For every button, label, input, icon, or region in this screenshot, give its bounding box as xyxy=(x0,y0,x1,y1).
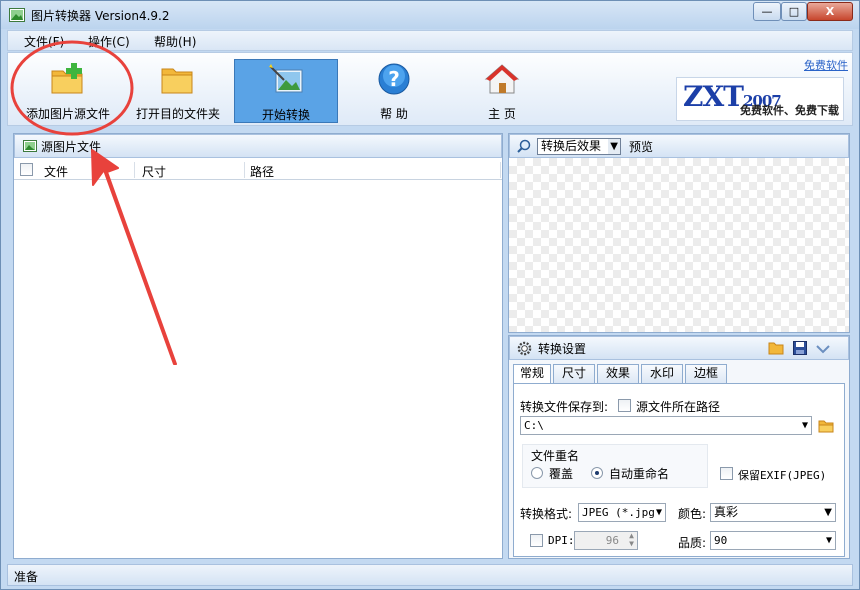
preview-label: 预览 xyxy=(629,139,654,154)
select-all-checkbox[interactable] xyxy=(20,163,33,176)
format-label: 转换格式: xyxy=(520,507,573,521)
dpi-stepper[interactable]: 96 ▲ ▼ xyxy=(574,531,638,550)
column-divider[interactable] xyxy=(244,162,245,178)
preview-mode-select[interactable]: 转换后效果 ▼ xyxy=(537,137,621,155)
stepper-arrows-icon: ▲ ▼ xyxy=(629,531,634,548)
add-source-image-label: 添加图片源文件 xyxy=(25,107,110,121)
app-window: 图片转换器 Version4.9.2 — □ X 文件(F) 操作(C) 帮助(… xyxy=(0,0,860,590)
open-destination-folder-button[interactable]: 打开目的文件夹 xyxy=(126,59,230,123)
rename-overwrite-label: 覆盖 xyxy=(549,467,574,481)
preview-panel: 转换后效果 ▼ 预览 xyxy=(508,133,850,333)
save-path-select[interactable]: C:\ ▼ xyxy=(520,416,812,435)
home-icon xyxy=(484,64,520,94)
format-select[interactable]: JPEG (*.jpg ▼ xyxy=(578,503,666,522)
minimize-button[interactable]: — xyxy=(753,2,781,21)
menu-operate[interactable]: 操作(C) xyxy=(88,33,130,50)
dpi-label: DPI: xyxy=(548,534,575,547)
add-source-image-button[interactable]: 添加图片源文件 xyxy=(16,59,120,123)
source-table-header: 文件 尺寸 路径 xyxy=(14,160,502,180)
rename-group-label: 文件重名 xyxy=(531,449,580,463)
zxt-logo[interactable]: ZXT2007 免费软件、免费下载 xyxy=(676,77,844,121)
tab-size[interactable]: 尺寸 xyxy=(553,364,595,383)
source-panel-title: 源图片文件 xyxy=(41,139,102,154)
column-header-file[interactable]: 文件 xyxy=(44,163,68,180)
column-header-size[interactable]: 尺寸 xyxy=(142,163,166,180)
color-label: 颜色: xyxy=(678,507,707,521)
column-divider[interactable] xyxy=(134,162,135,178)
tab-border[interactable]: 边框 xyxy=(685,364,727,383)
maximize-button[interactable]: □ xyxy=(781,2,807,21)
keep-exif-label: 保留EXIF(JPEG) xyxy=(738,469,827,482)
source-image-panel: 源图片文件 文件 尺寸 路径 xyxy=(13,133,503,559)
magnifier-icon xyxy=(517,139,531,153)
chevron-down-icon: ▼ xyxy=(655,504,662,521)
rename-group: 文件重名 覆盖 自动重命名 xyxy=(522,444,708,488)
help-label: 帮 助 xyxy=(380,107,408,121)
status-bar: 准备 xyxy=(7,564,853,586)
quality-label: 品质: xyxy=(678,536,707,550)
keep-exif-checkbox[interactable] xyxy=(720,467,733,480)
save-icon[interactable] xyxy=(793,341,807,355)
tab-effects[interactable]: 效果 xyxy=(597,364,639,383)
toolbar: 添加图片源文件 打开目的文件夹 开始转换 ? 帮 助 主 页 免费软件 ZXT2… xyxy=(7,52,853,126)
quality-select[interactable]: 90 ▼ xyxy=(710,531,836,550)
column-divider[interactable] xyxy=(500,162,501,178)
close-button[interactable]: X xyxy=(807,2,853,21)
general-tab-body: 转换文件保存到: 源文件所在路径 C:\ ▼ 文件重名 覆盖 自动重命名 保留E… xyxy=(513,383,845,557)
home-button[interactable]: 主 页 xyxy=(450,59,554,123)
dpi-checkbox[interactable] xyxy=(530,534,543,547)
open-destination-folder-label: 打开目的文件夹 xyxy=(135,107,220,121)
source-path-label: 源文件所在路径 xyxy=(636,400,721,414)
start-convert-button[interactable]: 开始转换 xyxy=(234,59,338,123)
chevron-down-icon: ▼ xyxy=(801,420,808,431)
dpi-value: 96 xyxy=(605,534,619,547)
window-title: 图片转换器 Version4.9.2 xyxy=(31,9,170,23)
source-file-list[interactable] xyxy=(14,182,502,558)
settings-panel-title: 转换设置 xyxy=(538,341,587,356)
svg-text:?: ? xyxy=(388,67,400,91)
logo-slogan: 免费软件、免费下载 xyxy=(740,104,839,117)
rename-auto-radio[interactable] xyxy=(591,467,603,479)
start-convert-label: 开始转换 xyxy=(261,108,310,122)
folder-icon xyxy=(161,68,193,94)
help-button[interactable]: ? 帮 助 xyxy=(342,59,446,123)
save-path-value: C:\ xyxy=(524,419,544,432)
chevron-down-icon: ▼ xyxy=(825,535,832,546)
collapse-icon[interactable] xyxy=(816,344,830,354)
folder-add-icon xyxy=(51,63,83,94)
menu-file[interactable]: 文件(F) xyxy=(24,33,64,50)
column-header-path[interactable]: 路径 xyxy=(250,163,274,180)
color-select[interactable]: 真彩 ▼ xyxy=(710,503,836,522)
settings-panel-header: 转换设置 xyxy=(509,336,849,360)
browse-folder-icon[interactable] xyxy=(818,419,834,433)
rename-overwrite-radio[interactable] xyxy=(531,467,543,479)
image-icon xyxy=(23,140,37,152)
source-path-checkbox[interactable] xyxy=(618,399,631,412)
magic-wand-image-icon xyxy=(269,64,303,93)
home-label: 主 页 xyxy=(488,107,516,121)
help-icon: ? xyxy=(378,63,410,95)
preview-panel-header: 转换后效果 ▼ 预览 xyxy=(509,134,849,158)
source-panel-header: 源图片文件 xyxy=(14,134,502,158)
open-folder-icon[interactable] xyxy=(768,341,784,355)
save-to-label: 转换文件保存到: xyxy=(520,400,609,414)
quality-value: 90 xyxy=(714,534,728,547)
chevron-down-icon: ▼ xyxy=(608,138,620,154)
chevron-down-icon: ▼ xyxy=(824,507,832,518)
free-software-link[interactable]: 免费软件 xyxy=(804,57,848,73)
tab-general[interactable]: 常规 xyxy=(513,364,551,384)
menu-help[interactable]: 帮助(H) xyxy=(154,33,196,50)
preview-mode-value: 转换后效果 xyxy=(541,138,602,153)
title-bar: 图片转换器 Version4.9.2 — □ X xyxy=(1,1,859,29)
tab-watermark[interactable]: 水印 xyxy=(641,364,683,383)
app-icon xyxy=(9,8,25,22)
color-value: 真彩 xyxy=(714,505,739,519)
convert-settings-panel: 转换设置 常规 尺寸 效果 水印 边框 转换文件保存到: 源文件所在路径 C:\… xyxy=(508,335,850,559)
rename-auto-label: 自动重命名 xyxy=(609,467,670,481)
menu-bar: 文件(F) 操作(C) 帮助(H) xyxy=(7,30,853,51)
status-text: 准备 xyxy=(14,570,39,584)
preview-canvas[interactable] xyxy=(509,158,849,332)
gear-icon xyxy=(517,341,532,355)
format-value: JPEG (*.jpg xyxy=(582,506,655,519)
